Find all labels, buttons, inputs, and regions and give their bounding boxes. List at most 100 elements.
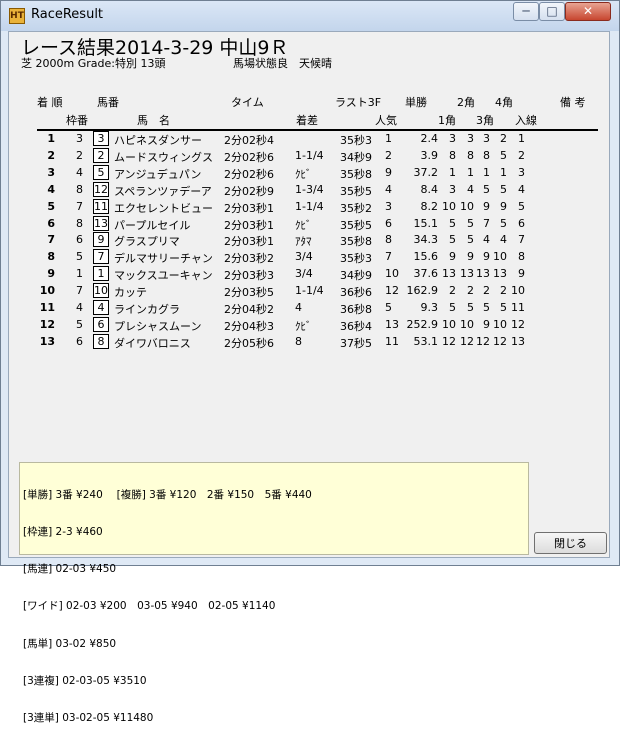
horse-number-box: 5 <box>93 164 109 180</box>
finish-line-order: 1 <box>518 132 525 145</box>
finish-line-order: 8 <box>518 250 525 264</box>
win-odds: 252.9 <box>406 317 439 331</box>
payout-line: [3連単] 03-02-05 ¥11480 <box>23 712 154 725</box>
corner3-position: 1 <box>483 165 490 179</box>
table-row: 9 1 1 マックスユーキャン 2分03秒3 3/4 34秒9 10 37.6 13 13 13 13 9 <box>9 266 611 283</box>
maximize-button[interactable]: □ <box>539 2 565 21</box>
corner1-position: 5 <box>449 301 456 314</box>
corner4-position: 12 <box>493 334 507 348</box>
frame-number: 5 <box>76 250 83 264</box>
horse-name: マックスユーキャン <box>114 269 213 283</box>
corner4-position: 9 <box>500 199 507 213</box>
corner3-position: 12 <box>476 334 490 348</box>
popularity: 2 <box>385 148 392 162</box>
corner2-position: 9 <box>467 250 474 264</box>
win-odds: 53.1 <box>413 334 439 348</box>
corner2-position: 3 <box>467 132 474 145</box>
last-3f-time: 35秒5 <box>340 184 372 198</box>
margin: 1-1/4 <box>295 284 324 298</box>
corner3-position: 2 <box>483 284 490 298</box>
horse-number-box: 7 <box>93 249 109 265</box>
horse-name: スペランツァデーア <box>114 184 212 198</box>
header-frame: 枠番 <box>66 114 88 127</box>
corner1-position: 10 <box>442 317 456 331</box>
close-button[interactable]: 閉じる <box>534 532 607 554</box>
corner4-position: 5 <box>500 301 507 314</box>
race-time: 2分03秒5 <box>224 286 274 300</box>
client-area: レース結果2014-3-29 中山9Ｒ 芝 2000m Grade:特別 13頭… <box>8 31 611 724</box>
race-time: 2分03秒2 <box>224 252 274 266</box>
finish-line-order: 11 <box>511 301 525 314</box>
margin: 1-1/4 <box>295 148 324 162</box>
table-row: 13 6 8 ダイワバロニス 2分05秒6 8 37秒5 11 53.1 12 12 12 12 13 <box>9 333 611 351</box>
win-odds: 2.4 <box>420 132 439 145</box>
horse-number-box: 9 <box>93 232 109 248</box>
table-row: 3 4 5 アンジュデュパン 2分02秒6 ｸﾋﾞ 35秒8 9 37.2 1 1 1 1 3 <box>9 164 611 182</box>
popularity: 5 <box>385 301 392 314</box>
horse-name: プレシャスムーン <box>114 319 202 333</box>
race-time: 2分03秒1 <box>224 235 274 249</box>
horse-number-box: 8 <box>93 333 109 349</box>
finish-position: 7 <box>47 233 55 247</box>
corner1-position: 2 <box>449 284 456 298</box>
corner4-position: 5 <box>500 182 507 196</box>
app-window: HT RaceResult ─ □ ✕ レース結果2014-3-29 中山9Ｒ … <box>0 0 620 724</box>
finish-position: 2 <box>47 148 55 162</box>
payout-panel: [単勝] 3番 ¥240 [複勝] 3番 ¥120 2番 ¥150 5番 ¥44… <box>19 462 529 724</box>
win-odds: 37.6 <box>413 267 439 281</box>
frame-number: 1 <box>76 267 83 281</box>
margin: 1-1/4 <box>295 199 324 213</box>
finish-position: 8 <box>47 250 55 264</box>
corner1-position: 8 <box>449 148 456 162</box>
header-remarks: 備 考 <box>560 96 586 109</box>
corner3-position: 13 <box>476 267 490 281</box>
corner3-position: 9 <box>483 199 490 213</box>
title-bar[interactable]: HT RaceResult ─ □ ✕ <box>1 1 619 31</box>
corner2-position: 8 <box>467 148 474 162</box>
frame-number: 4 <box>76 301 83 314</box>
corner3-position: 9 <box>483 317 490 331</box>
last-3f-time: 35秒3 <box>340 134 372 147</box>
popularity: 11 <box>385 334 399 348</box>
last-3f-time: 35秒8 <box>340 235 372 249</box>
window-title: RaceResult <box>31 7 104 22</box>
header-margin: 着差 <box>296 114 318 127</box>
last-3f-time: 35秒8 <box>340 167 372 181</box>
app-icon: HT <box>9 8 25 24</box>
table-row: 2 2 2 ムードスウィングス 2分02秒6 1-1/4 34秒9 2 3.9 8 8 8 5 2 <box>9 147 611 165</box>
margin: 3/4 <box>295 267 313 281</box>
race-time: 2分02秒6 <box>224 167 274 181</box>
finish-position: 9 <box>47 267 55 281</box>
corner1-position: 5 <box>449 216 456 230</box>
horse-name: アンジュデュパン <box>114 167 202 181</box>
header-popularity: 人気 <box>375 114 397 127</box>
race-time: 2分02秒4 <box>224 134 274 147</box>
corner4-position: 10 <box>493 250 507 264</box>
finish-line-order: 4 <box>518 182 525 196</box>
close-window-button[interactable]: ✕ <box>565 2 611 21</box>
horse-name: ダイワバロニス <box>114 336 191 350</box>
minimize-button[interactable]: ─ <box>513 2 539 21</box>
margin: 8 <box>295 334 302 348</box>
finish-line-order: 5 <box>518 199 525 213</box>
finish-line-order: 12 <box>511 317 525 331</box>
corner2-position: 5 <box>467 216 474 230</box>
header-corner1: 1角 <box>438 114 456 127</box>
win-odds: 34.3 <box>413 233 439 247</box>
horse-number-box: 4 <box>93 300 109 315</box>
horse-number-box: 11 <box>93 198 109 214</box>
corner2-position: 1 <box>467 165 474 179</box>
corner1-position: 5 <box>449 233 456 247</box>
horse-name: パープルセイル <box>114 218 191 232</box>
horse-name: グラスプリマ <box>114 235 180 249</box>
margin: ｸﾋﾞ <box>295 218 312 232</box>
margin: 4 <box>295 301 302 314</box>
finish-line-order: 2 <box>518 148 525 162</box>
last-3f-time: 36秒6 <box>340 286 372 300</box>
last-3f-time: 34秒9 <box>340 269 372 283</box>
payout-line: [馬連] 02-03 ¥450 <box>23 563 117 576</box>
corner3-position: 8 <box>483 148 490 162</box>
header-position: 着 順 <box>37 96 63 109</box>
corner4-position: 1 <box>500 165 507 179</box>
finish-position: 11 <box>39 301 55 314</box>
